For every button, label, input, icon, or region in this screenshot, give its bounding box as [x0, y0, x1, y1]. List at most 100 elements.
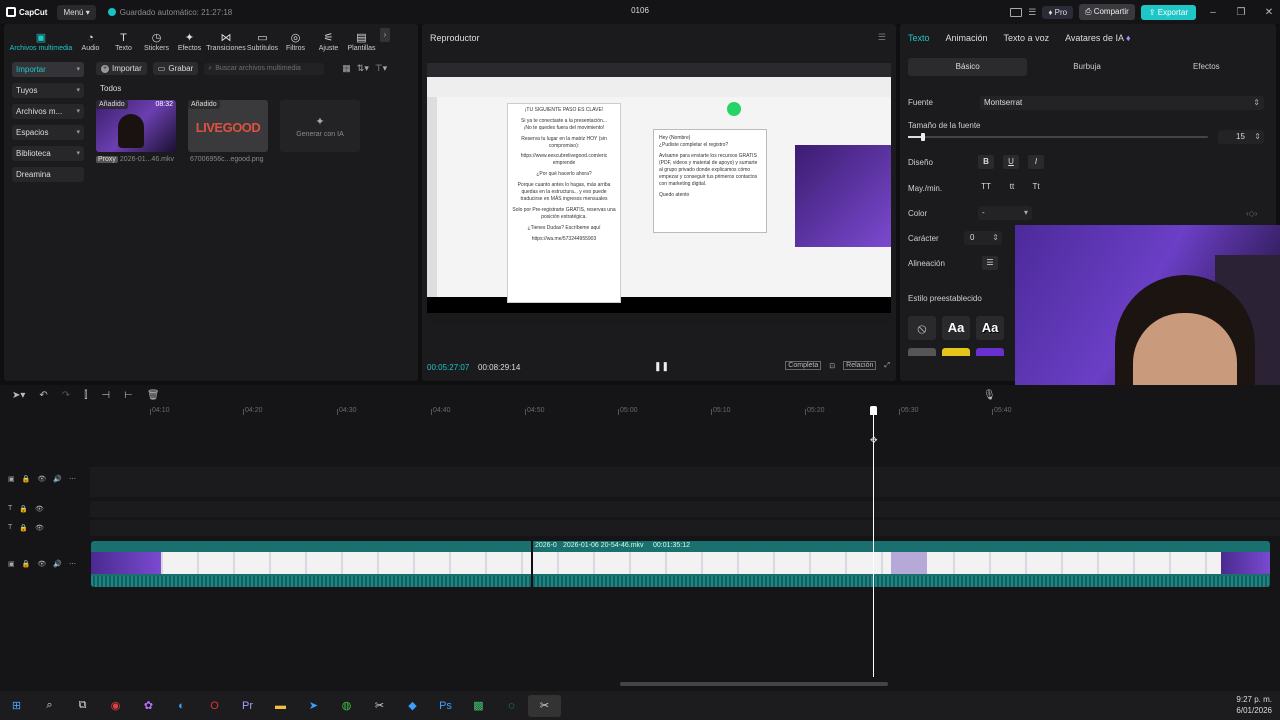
subtab-basic[interactable]: Básico	[908, 58, 1028, 76]
tool-adjust[interactable]: ⚟ Ajuste	[312, 32, 345, 52]
tab-ai-avatars[interactable]: Avatares de IA ♦	[1065, 33, 1130, 43]
tab-text-to-speech[interactable]: Texto a voz	[1004, 33, 1050, 43]
text-track-lane[interactable]	[90, 501, 1280, 517]
whatsapp-taskbar-icon[interactable]: ◌	[495, 695, 528, 717]
player-menu-icon[interactable]: ☰	[878, 32, 886, 43]
preset-aa-plain[interactable]: Aa	[942, 316, 970, 340]
align-left-icon[interactable]: ☰	[982, 256, 998, 270]
layout-icon[interactable]	[1010, 7, 1023, 17]
case-upper-button[interactable]: TT	[978, 180, 994, 194]
generate-ai-button[interactable]: ✦ Generar con IA	[280, 100, 360, 152]
tool-filters[interactable]: ◎ Filtros	[279, 32, 312, 52]
timeline-ruler[interactable]: 04:10 04:20 04:30 04:40 04:50 05:00 05:1…	[90, 407, 1280, 419]
eye-icon[interactable]: 👁	[37, 475, 46, 483]
tool-audio[interactable]: ◔ Audio	[74, 32, 107, 52]
preset-style-chip[interactable]	[976, 348, 1004, 356]
italic-button[interactable]: I	[1028, 155, 1044, 169]
menu-button[interactable]: Menú ▾	[57, 4, 96, 20]
tool-effects[interactable]: ✦ Efectos	[173, 32, 206, 52]
lock-icon[interactable]: 🔒	[22, 560, 31, 568]
tab-text[interactable]: Texto	[908, 33, 930, 43]
export-button[interactable]: ⇪ Exportar	[1140, 4, 1196, 20]
more-icon[interactable]: ⋯	[69, 560, 76, 568]
font-select[interactable]: Montserrat ⇕	[980, 96, 1264, 110]
side-item-dreamina[interactable]: Dreamina	[12, 167, 84, 182]
minimize-icon[interactable]: –	[1202, 7, 1224, 18]
full-quality-button[interactable]: Completa	[785, 361, 822, 370]
font-size-input[interactable]: 15 ⇕	[1218, 130, 1264, 144]
subtab-bubble[interactable]: Burbuja	[1027, 58, 1146, 76]
media-search-input[interactable]: ⌕ Buscar archivos multimedia	[204, 62, 325, 75]
file-explorer-icon[interactable]: ▬	[264, 695, 297, 717]
tool-media[interactable]: ▣ Archivos multimedia	[8, 32, 74, 52]
tool-templates[interactable]: ▤ Plantillas	[345, 32, 378, 52]
video-preview[interactable]: ¡TU SIGUIENTE PASO ES CLAVE! Si ya te co…	[427, 63, 891, 325]
preset-style-chip[interactable]	[942, 348, 970, 356]
side-item-import[interactable]: Importar ▾	[12, 62, 84, 77]
timeline-scrollbar[interactable]	[620, 682, 888, 686]
side-item-library[interactable]: Biblioteca ▾	[12, 146, 84, 161]
lock-icon[interactable]: 🔒	[19, 524, 28, 532]
edge-icon[interactable]: ◐	[165, 695, 198, 717]
underline-button[interactable]: U	[1003, 155, 1019, 169]
media-clip-video[interactable]: Añadido 08:32	[96, 100, 176, 152]
import-button[interactable]: + Importar	[96, 62, 147, 75]
system-clock[interactable]: 9:27 p. m. 6/01/2026	[1236, 694, 1272, 716]
copilot-icon[interactable]: ✿	[132, 695, 165, 717]
media-clip-image[interactable]: LIVEGOOD Añadido	[188, 100, 268, 152]
task-view-icon[interactable]: ⧉	[66, 695, 99, 717]
eye-icon[interactable]: 👁	[35, 524, 44, 532]
share-button[interactable]: ⎙ Compartir	[1079, 4, 1135, 20]
font-size-slider[interactable]	[908, 133, 1208, 141]
tab-animation[interactable]: Animación	[946, 33, 988, 43]
preset-aa-outline[interactable]: Aa	[976, 316, 1004, 340]
playhead[interactable]	[873, 407, 874, 677]
character-input[interactable]: 0 ⇕	[964, 231, 1002, 245]
delete-icon[interactable]: 🗑	[147, 390, 160, 401]
windows-start-icon[interactable]: ⊞	[0, 695, 33, 717]
redo-icon[interactable]: ↷	[62, 390, 70, 401]
settings-icon[interactable]: ☰	[1028, 7, 1036, 18]
eye-icon[interactable]: 👁	[35, 505, 44, 513]
capcut-taskbar-icon[interactable]: ✂	[363, 695, 396, 717]
lock-icon[interactable]: 🔒	[19, 505, 28, 513]
split-right-icon[interactable]: ⊢	[124, 390, 133, 401]
side-item-yours[interactable]: Tuyos ▾	[12, 83, 84, 98]
case-lower-button[interactable]: tt	[1004, 180, 1020, 194]
tool-text[interactable]: T Texto	[107, 32, 140, 52]
bold-button[interactable]: B	[978, 155, 994, 169]
tool-stickers[interactable]: ◷ Stickers	[140, 32, 173, 52]
audio-icon[interactable]: 🔊	[53, 560, 62, 568]
premiere-icon[interactable]: Pr	[231, 695, 264, 717]
grid-view-icon[interactable]: ▦	[342, 63, 351, 74]
eye-icon[interactable]: 👁	[37, 560, 46, 568]
audio-icon[interactable]: 🔊	[53, 475, 62, 483]
tool-transitions[interactable]: ⋈ Transiciones	[206, 32, 246, 52]
main-video-clip[interactable]: 2026-0 2026-01-06 20-54-46.mkv 00:01:35:…	[91, 541, 1270, 587]
tool-subtitles[interactable]: ▭ Subtítulos	[246, 32, 279, 52]
select-tool-icon[interactable]: ➤▾	[12, 390, 25, 401]
subtab-effects[interactable]: Efectos	[1147, 58, 1266, 76]
more-icon[interactable]: ⋯	[69, 475, 76, 483]
ratio-button[interactable]: Relación	[843, 361, 877, 370]
telegram-icon[interactable]: ➤	[297, 695, 330, 717]
filter-icon[interactable]: ⊤▾	[375, 63, 387, 74]
chrome-icon[interactable]: ◍	[330, 695, 363, 717]
preset-style-chip[interactable]	[908, 348, 936, 356]
capcut-active-icon[interactable]: ✂	[528, 694, 561, 717]
keyframe-icon[interactable]: ‹◇›	[1246, 209, 1257, 218]
color-select[interactable]: - ▾	[978, 206, 1032, 220]
app-icon[interactable]: ▩	[462, 695, 495, 717]
track-lane[interactable]	[90, 467, 1280, 497]
text-track-lane[interactable]	[90, 520, 1280, 536]
side-item-media-files[interactable]: Archivos m... ▾	[12, 104, 84, 119]
preset-none-icon[interactable]: ⦸	[908, 316, 936, 340]
pause-icon[interactable]: ❚❚	[654, 361, 669, 372]
record-button[interactable]: ▭ Grabar	[152, 62, 199, 75]
font-size-knob[interactable]	[921, 133, 925, 141]
maximize-icon[interactable]: ❐	[1230, 7, 1252, 18]
undo-icon[interactable]: ↶	[39, 390, 47, 401]
split-icon[interactable]: ⫿	[84, 390, 87, 401]
case-title-button[interactable]: Tt	[1028, 180, 1044, 194]
store-icon[interactable]: ◆	[396, 695, 429, 717]
